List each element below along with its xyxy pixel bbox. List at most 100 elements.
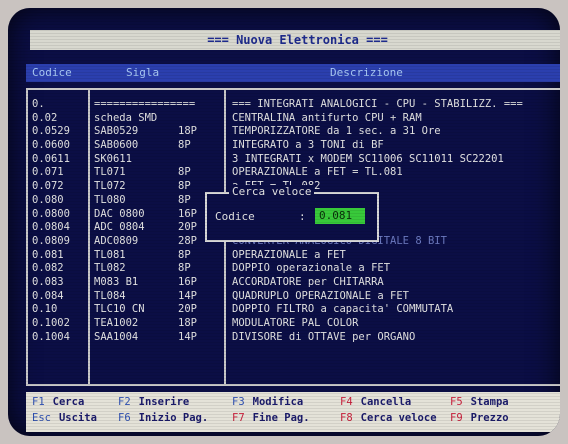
fkey-f1[interactable]: F1 Cerca — [32, 396, 84, 409]
row-pins: 8P — [178, 193, 191, 206]
column-header-bar: Codice Sigla Descrizione — [26, 64, 560, 82]
table-row[interactable]: 0.0529 SAB0529 18P TEMPORIZZATORE da 1 sec.… — [28, 125, 560, 139]
row-pins: 8P — [178, 166, 191, 179]
fkey-f4[interactable]: F4 Cancella — [340, 396, 411, 409]
row-sigla: ADC 0804 — [94, 221, 145, 234]
row-sigla: SAB0600 — [94, 139, 139, 152]
row-description: 3 INTEGRATI x MODEM SC11006 SC11011 SC22… — [232, 152, 504, 165]
fkey-label: Prezzo — [470, 412, 509, 424]
fkey-label: Cerca veloce — [360, 412, 437, 424]
table-row[interactable]: 0.1004 SAA1004 14P DIVISORE di OTTAVE per O… — [28, 331, 560, 345]
fkey-esc[interactable]: Esc Uscita — [32, 412, 97, 425]
row-sigla: scheda SMD — [94, 111, 158, 124]
fkey-f7[interactable]: F7 Fine Pag. — [232, 412, 310, 425]
row-description: CENTRALINA antifurto CPU + RAM — [232, 111, 422, 124]
fkey-code: Esc — [32, 412, 51, 424]
table-row[interactable]: 0.081 TL081 8P OPERAZIONALE a FET — [28, 249, 560, 263]
fkey-label: Inizio Pag. — [138, 412, 209, 424]
row-sigla: M083 B1 — [94, 275, 139, 288]
function-key-bar: F1 Cerca F2 Inserire F3 Modifica F4 Cancella F5 S… — [26, 392, 560, 432]
crt-screen: === Nuova Elettronica === Codice Sigla D… — [8, 8, 560, 436]
row-description: ACCORDATORE per CHITARRA — [232, 275, 384, 288]
row-sigla: TL084 — [94, 289, 126, 302]
row-sigla: SK0611 — [94, 152, 132, 165]
row-code: 0.0529 — [32, 125, 70, 138]
fkey-code: F5 — [450, 396, 463, 408]
row-pins: 14P — [178, 330, 197, 343]
row-description: TEMPORIZZATORE da 1 sec. a 31 Ore — [232, 125, 441, 138]
fkey-f8[interactable]: F8 Cerca veloce — [340, 412, 437, 425]
row-code: 0.072 — [32, 180, 64, 193]
fkey-f6[interactable]: F6 Inizio Pag. — [118, 412, 208, 425]
row-code: 0.084 — [32, 289, 64, 302]
row-pins: 28P — [178, 234, 197, 247]
row-code: 0.080 — [32, 193, 64, 206]
header-descrizione: Descrizione — [330, 66, 403, 79]
row-pins: 18P — [178, 317, 197, 329]
row-pins: 8P — [178, 180, 191, 193]
row-code: 0. — [32, 98, 45, 110]
row-sigla: ================ — [94, 98, 196, 110]
dialog-title: Cerca veloce — [229, 185, 315, 198]
row-pins: 8P — [178, 139, 191, 152]
table-row[interactable]: 0.02 scheda SMD CENTRALINA antifurto CPU +… — [28, 112, 560, 126]
fkey-label: Inserire — [138, 396, 190, 408]
row-code: 0.082 — [32, 262, 64, 275]
fkey-label: Cancella — [360, 396, 412, 408]
fkey-code: F9 — [450, 412, 463, 424]
row-code: 0.02 — [32, 111, 58, 124]
fkey-f9[interactable]: F9 Prezzo — [450, 412, 509, 425]
fkey-f5[interactable]: F5 Stampa — [450, 396, 509, 409]
table-row[interactable]: 0.1002 TEA1002 18P MODULATORE PAL COLOR — [28, 317, 560, 331]
quick-search-dialog: Cerca veloce Codice : 0.081 — [205, 185, 379, 242]
fkey-label: Cerca — [52, 396, 85, 408]
row-sigla: SAA1004 — [94, 330, 139, 343]
row-sigla: TLC10 CN — [94, 303, 145, 316]
fkey-code: F2 — [118, 396, 131, 408]
fkey-code: F8 — [340, 412, 353, 424]
row-sigla: TL072 — [94, 180, 126, 193]
row-pins: 14P — [178, 289, 197, 302]
fkey-label: Uscita — [58, 412, 97, 424]
fkey-code: F6 — [118, 412, 131, 424]
row-description: MODULATORE PAL COLOR — [232, 317, 359, 329]
header-codice: Codice — [32, 66, 72, 79]
row-sigla: TL082 — [94, 262, 126, 275]
fkey-f2[interactable]: F2 Inserire — [118, 396, 189, 409]
row-code: 0.0809 — [32, 234, 70, 247]
table-row[interactable]: 0.10 TLC10 CN 20P DOPPIO FILTRO a capacita'… — [28, 303, 560, 317]
row-code: 0.0804 — [32, 221, 70, 234]
fkey-code: F3 — [232, 396, 245, 408]
code-search-input[interactable]: 0.081 — [315, 208, 365, 224]
row-pins: 8P — [178, 262, 191, 275]
row-sigla: TL081 — [94, 248, 126, 261]
row-pins: 16P — [178, 207, 197, 220]
table-row[interactable]: 0.082 TL082 8P DOPPIO operazionale a FET — [28, 262, 560, 276]
table-row[interactable]: 0.071 TL071 8P OPERAZIONALE a FET = TL.081 — [28, 166, 560, 180]
row-pins: 20P — [178, 303, 197, 316]
row-code: 0.10 — [32, 303, 58, 316]
row-code: 0.083 — [32, 275, 64, 288]
row-description: === INTEGRATI ANALOGICI - CPU - STABILIZ… — [232, 98, 523, 110]
row-description: OPERAZIONALE a FET — [232, 248, 346, 261]
row-sigla: TL071 — [94, 166, 126, 179]
table-row[interactable]: 0.0611 SK0611 3 INTEGRATI x MODEM SC11006 … — [28, 153, 560, 167]
fkey-code: F4 — [340, 396, 353, 408]
table-row[interactable]: 0. ================ === INTEGRATI ANALOGIC… — [28, 98, 560, 112]
row-pins: 8P — [178, 248, 191, 261]
table-row[interactable]: 0.084 TL084 14P QUADRUPLO OPERAZIONALE a FE… — [28, 290, 560, 304]
fkey-code: F7 — [232, 412, 245, 424]
table-row[interactable]: 0.0600 SAB0600 8P INTEGRATO a 3 TONI di BF — [28, 139, 560, 153]
row-code: 0.0800 — [32, 207, 70, 220]
row-code: 0.1002 — [32, 317, 70, 329]
row-sigla: SAB0529 — [94, 125, 139, 138]
row-code: 0.1004 — [32, 330, 70, 343]
row-sigla: TL080 — [94, 193, 126, 206]
table-row[interactable]: 0.083 M083 B1 16P ACCORDATORE per CHITARRA — [28, 276, 560, 290]
row-description: OPERAZIONALE a FET = TL.081 — [232, 166, 403, 179]
row-sigla: TEA1002 — [94, 317, 139, 329]
header-sigla: Sigla — [126, 66, 160, 79]
row-pins: 16P — [178, 275, 197, 288]
fkey-f3[interactable]: F3 Modifica — [232, 396, 303, 409]
dialog-field-label: Codice — [215, 210, 255, 223]
